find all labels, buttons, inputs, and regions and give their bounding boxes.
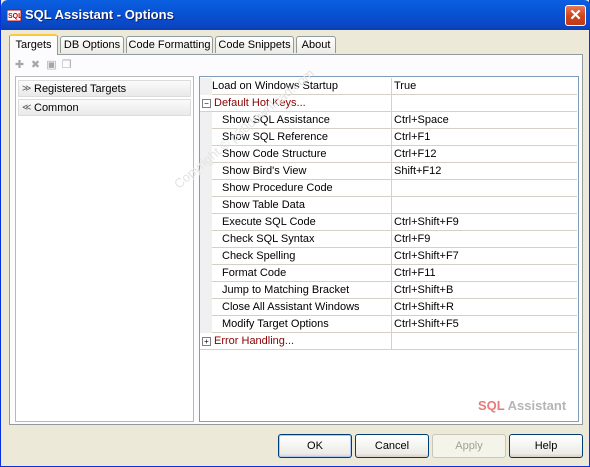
property-row[interactable]: Close All Assistant Windows Ctrl+Shift+R: [200, 299, 578, 316]
property-row[interactable]: Load on Windows Startup True: [200, 78, 578, 95]
property-value[interactable]: Ctrl+Shift+F5: [391, 316, 577, 333]
delete-icon[interactable]: ✖: [30, 60, 41, 71]
category-row-default-hot-keys[interactable]: − Default Hot Keys...: [200, 95, 578, 112]
property-value[interactable]: Ctrl+F11: [391, 265, 577, 282]
property-value[interactable]: Ctrl+Shift+F7: [391, 248, 577, 265]
property-name: Show Bird's View: [212, 163, 391, 180]
property-name: Show SQL Assistance: [212, 112, 391, 129]
tab-code-formatting[interactable]: Code Formatting: [126, 36, 213, 53]
tab-targets[interactable]: Targets: [9, 34, 58, 55]
edit-icon[interactable]: ▣: [46, 60, 57, 71]
property-row[interactable]: Jump to Matching Bracket Ctrl+Shift+B: [200, 282, 578, 299]
property-value[interactable]: Shift+F12: [391, 163, 577, 180]
property-value[interactable]: Ctrl+Shift+B: [391, 282, 577, 299]
property-value[interactable]: [391, 180, 577, 197]
help-button[interactable]: Help: [509, 434, 583, 458]
property-name: Check SQL Syntax: [212, 231, 391, 248]
title-bar[interactable]: SQL SQL Assistant - Options ✕: [1, 0, 590, 30]
property-name: Execute SQL Code: [212, 214, 391, 231]
collapse-chevron-icon: ≪: [22, 102, 32, 112]
property-row[interactable]: Show Procedure Code: [200, 180, 578, 197]
property-value[interactable]: Ctrl+F1: [391, 129, 577, 146]
property-value[interactable]: Ctrl+F9: [391, 231, 577, 248]
property-row[interactable]: Format Code Ctrl+F11: [200, 265, 578, 282]
property-row[interactable]: Modify Target Options Ctrl+Shift+F5: [200, 316, 578, 333]
tab-code-snippets[interactable]: Code Snippets: [215, 36, 294, 53]
property-row[interactable]: Show SQL Assistance Ctrl+Space: [200, 112, 578, 129]
property-row[interactable]: Show Code Structure Ctrl+F12: [200, 146, 578, 163]
tab-db-options[interactable]: DB Options: [60, 36, 124, 53]
cancel-button[interactable]: Cancel: [355, 434, 429, 458]
category-name: Default Hot Keys...: [200, 95, 391, 112]
group-registered-targets[interactable]: ≫ Registered Targets: [18, 80, 191, 97]
property-row[interactable]: Show Bird's View Shift+F12: [200, 163, 578, 180]
collapse-icon[interactable]: −: [202, 99, 211, 108]
sql-assistant-icon: SQL: [7, 9, 23, 22]
property-value[interactable]: [391, 197, 577, 214]
property-row[interactable]: Show Table Data: [200, 197, 578, 214]
apply-button[interactable]: Apply: [432, 434, 506, 458]
property-value[interactable]: Ctrl+Shift+F9: [391, 214, 577, 231]
expand-chevron-icon: ≫: [22, 83, 32, 93]
property-value: [391, 95, 577, 112]
category-row-error-handling[interactable]: + Error Handling...: [200, 333, 578, 350]
group-label: Registered Targets: [34, 83, 127, 95]
property-row[interactable]: Execute SQL Code Ctrl+Shift+F9: [200, 214, 578, 231]
property-row[interactable]: Check Spelling Ctrl+Shift+F7: [200, 248, 578, 265]
property-name: Close All Assistant Windows: [212, 299, 391, 316]
group-label: Common: [34, 102, 79, 114]
options-dialog: SQL SQL Assistant - Options ✕ Targets DB…: [0, 0, 590, 467]
property-value[interactable]: Ctrl+F12: [391, 146, 577, 163]
tab-about[interactable]: About: [296, 36, 336, 53]
property-value[interactable]: Ctrl+Space: [391, 112, 577, 129]
property-name: Check Spelling: [212, 248, 391, 265]
group-common[interactable]: ≪ Common: [18, 99, 191, 116]
property-name: Show Table Data: [212, 197, 391, 214]
property-grid: Load on Windows Startup True − Default H…: [199, 76, 579, 422]
expand-icon[interactable]: +: [202, 337, 211, 346]
property-name: Load on Windows Startup: [212, 78, 391, 95]
property-value[interactable]: Ctrl+Shift+R: [391, 299, 577, 316]
property-row[interactable]: Show SQL Reference Ctrl+F1: [200, 129, 578, 146]
property-name: Show Procedure Code: [212, 180, 391, 197]
sql-assistant-logo: SQL Assistant: [478, 398, 567, 413]
close-button[interactable]: ✕: [565, 5, 586, 26]
ok-button[interactable]: OK: [278, 434, 352, 458]
property-name: Modify Target Options: [212, 316, 391, 333]
targets-list: ≫ Registered Targets ≪ Common: [15, 76, 194, 422]
category-name: Error Handling...: [200, 333, 391, 350]
add-icon[interactable]: ✚: [14, 60, 25, 71]
property-value[interactable]: True: [391, 78, 577, 95]
copy-icon[interactable]: ❐: [61, 60, 72, 71]
property-name: Jump to Matching Bracket: [212, 282, 391, 299]
property-name: Show SQL Reference: [212, 129, 391, 146]
property-value: [391, 333, 577, 350]
property-name: Show Code Structure: [212, 146, 391, 163]
window-title: SQL Assistant - Options: [25, 7, 174, 22]
property-name: Format Code: [212, 265, 391, 282]
property-row[interactable]: Check SQL Syntax Ctrl+F9: [200, 231, 578, 248]
svg-text:SQL: SQL: [8, 13, 23, 20]
